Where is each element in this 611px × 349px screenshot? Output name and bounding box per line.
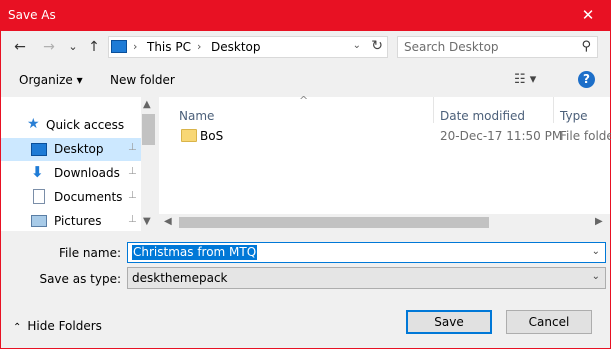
help-icon[interactable]: ? bbox=[578, 71, 595, 88]
window-title: Save As bbox=[8, 8, 56, 22]
search-input[interactable] bbox=[404, 39, 569, 55]
sidebar-item-desktop[interactable]: Desktop ⊥ bbox=[1, 138, 141, 161]
type-cell: File folder bbox=[560, 129, 611, 143]
save-as-type-select[interactable]: deskthemepack ⌄ bbox=[127, 267, 606, 289]
this-pc-icon bbox=[111, 40, 127, 53]
hide-folders-label: Hide Folders bbox=[27, 319, 102, 333]
title-bar[interactable]: Save As ✕ bbox=[0, 0, 611, 31]
pin-icon: ⊥ bbox=[128, 142, 137, 153]
file-name-input[interactable]: Christmas from MTQ bbox=[132, 245, 258, 260]
chevron-up-icon: ⌃ bbox=[13, 322, 22, 333]
star-icon: ★ bbox=[27, 116, 40, 132]
column-divider[interactable] bbox=[553, 97, 554, 123]
sidebar-item-quick-access[interactable]: ★ Quick access bbox=[1, 114, 141, 137]
pin-icon: ⊥ bbox=[128, 190, 137, 201]
file-name-label: File name: bbox=[59, 246, 121, 260]
breadcrumb-separator-icon[interactable]: › bbox=[133, 40, 137, 53]
save-as-dialog: Save As ✕ ← → ⌄ ↑ › This PC › Desktop ⌄ … bbox=[0, 0, 611, 349]
scroll-left-chevron-icon[interactable]: ◀ bbox=[164, 216, 172, 227]
scroll-right-chevron-icon[interactable]: ▶ bbox=[595, 216, 603, 227]
search-box[interactable]: ⚲ bbox=[397, 36, 598, 58]
save-as-type-value: deskthemepack bbox=[132, 271, 228, 285]
pin-icon: ⊥ bbox=[128, 166, 137, 177]
scrollbar-thumb[interactable] bbox=[179, 217, 489, 228]
cancel-button[interactable]: Cancel bbox=[506, 310, 592, 334]
desktop-icon bbox=[31, 143, 47, 156]
folder-icon bbox=[181, 129, 197, 142]
close-icon[interactable]: ✕ bbox=[565, 0, 611, 31]
column-header-date-modified[interactable]: Date modified bbox=[440, 109, 525, 123]
sidebar-item-label: Desktop bbox=[54, 142, 104, 156]
hide-folders-button[interactable]: ⌃ Hide Folders bbox=[13, 319, 102, 333]
address-dropdown-chevron-icon[interactable]: ⌄ bbox=[353, 40, 361, 51]
file-name-cell: BoS bbox=[200, 129, 224, 143]
navigation-pane-scrollbar[interactable]: ▲ ▼ bbox=[141, 97, 156, 231]
breadcrumb-separator-icon[interactable]: › bbox=[197, 40, 201, 53]
breadcrumb-desktop[interactable]: Desktop bbox=[211, 40, 261, 54]
change-view-icon[interactable]: ☷ ▾ bbox=[514, 72, 536, 87]
address-bar[interactable]: › This PC › Desktop ⌄ ↻ bbox=[108, 36, 388, 58]
up-arrow-icon[interactable]: ↑ bbox=[84, 37, 104, 57]
file-name-field[interactable]: Christmas from MTQ ⌄ bbox=[127, 242, 606, 263]
search-icon[interactable]: ⚲ bbox=[581, 39, 591, 54]
dialog-client-area: ← → ⌄ ↑ › This PC › Desktop ⌄ ↻ ⚲ Organi… bbox=[1, 31, 611, 348]
command-toolbar: Organize ▾ New folder ☷ ▾ ? bbox=[1, 67, 610, 93]
file-list-horizontal-scrollbar[interactable]: ◀ ▶ bbox=[159, 214, 610, 231]
pin-icon: ⊥ bbox=[128, 214, 137, 225]
save-as-type-chevron-icon[interactable]: ⌄ bbox=[592, 271, 600, 282]
sidebar-item-label: Pictures bbox=[54, 214, 102, 228]
breadcrumb-this-pc[interactable]: This PC bbox=[147, 40, 191, 54]
sidebar-item-label: Downloads bbox=[54, 166, 120, 180]
column-header-type[interactable]: Type bbox=[560, 109, 588, 123]
pictures-icon bbox=[31, 215, 47, 227]
scroll-up-chevron-icon[interactable]: ▲ bbox=[143, 99, 151, 110]
scroll-down-chevron-icon[interactable]: ▼ bbox=[143, 216, 151, 227]
navigation-pane[interactable]: ★ Quick access Desktop ⊥ ⬇ Downloads ⊥ D… bbox=[1, 97, 156, 231]
file-list-pane[interactable]: ^ Name Date modified Type BoS 20-Dec-17 … bbox=[159, 94, 611, 231]
download-icon: ⬇ bbox=[31, 163, 44, 181]
back-arrow-icon[interactable]: ← bbox=[10, 37, 30, 57]
scrollbar-thumb[interactable] bbox=[142, 114, 155, 145]
save-button[interactable]: Save bbox=[406, 310, 492, 334]
sidebar-item-downloads[interactable]: ⬇ Downloads ⊥ bbox=[1, 162, 141, 185]
sidebar-item-label: Documents bbox=[54, 190, 123, 204]
forward-arrow-icon[interactable]: → bbox=[39, 37, 59, 57]
file-row[interactable]: BoS 20-Dec-17 11:50 PM File folder bbox=[173, 126, 611, 148]
navigation-bar: ← → ⌄ ↑ › This PC › Desktop ⌄ ↻ ⚲ bbox=[1, 31, 610, 63]
column-divider[interactable] bbox=[433, 97, 434, 123]
new-folder-button[interactable]: New folder bbox=[110, 73, 175, 87]
file-name-dropdown-chevron-icon[interactable]: ⌄ bbox=[592, 246, 600, 257]
sidebar-item-documents[interactable]: Documents ⊥ bbox=[1, 186, 141, 209]
date-modified-cell: 20-Dec-17 11:50 PM bbox=[440, 129, 563, 143]
refresh-icon[interactable]: ↻ bbox=[371, 38, 383, 54]
sort-ascending-icon: ^ bbox=[299, 94, 309, 107]
document-icon bbox=[33, 189, 45, 204]
column-header-name[interactable]: Name bbox=[179, 109, 214, 123]
save-as-type-label: Save as type: bbox=[39, 272, 121, 286]
recent-locations-chevron-icon[interactable]: ⌄ bbox=[63, 37, 83, 57]
sidebar-item-label: Quick access bbox=[46, 118, 125, 132]
sidebar-item-pictures[interactable]: Pictures ⊥ bbox=[1, 210, 141, 233]
organize-menu-button[interactable]: Organize ▾ bbox=[19, 73, 83, 87]
